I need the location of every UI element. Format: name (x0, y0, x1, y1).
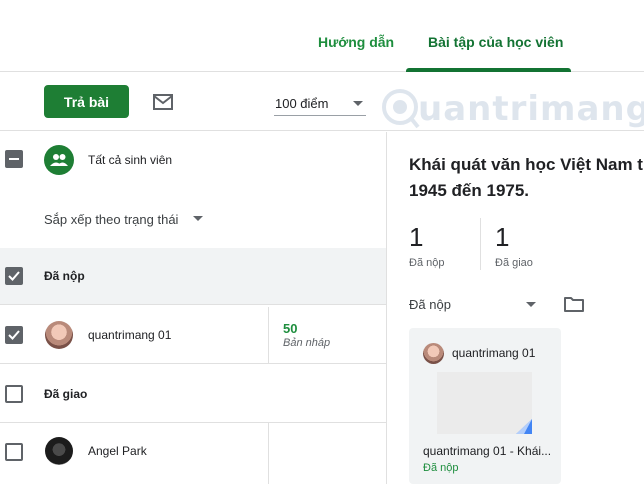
card-status: Đã nộp (423, 462, 459, 474)
student-checkbox[interactable] (5, 326, 23, 344)
submitted-section-label: Đã nộp (44, 269, 85, 283)
submitted-count-label: Đã nộp (409, 257, 445, 269)
folder-icon[interactable] (564, 296, 584, 312)
caret-down-icon[interactable] (526, 302, 536, 307)
caret-down-icon[interactable] (193, 216, 203, 221)
sort-dropdown[interactable]: Sắp xếp theo trạng thái (44, 212, 178, 227)
tab-student-work[interactable]: Bài tập của học viên (428, 34, 563, 50)
submitted-count: 1 (409, 222, 424, 252)
card-student-name: quantrimang 01 (452, 346, 536, 360)
grade-value[interactable]: 50 (283, 321, 297, 336)
assigned-count: 1 (495, 222, 510, 252)
group-icon (44, 145, 74, 175)
tab-guide[interactable]: Hướng dẫn (318, 34, 394, 50)
tab-bar: Hướng dẫn Bài tập của học viên (0, 0, 644, 72)
assigned-section-label: Đã giao (44, 387, 88, 401)
assigned-section-checkbox[interactable] (5, 385, 23, 403)
student-name[interactable]: quantrimang 01 (88, 328, 171, 342)
all-students-label[interactable]: Tất cả sinh viên (88, 153, 172, 167)
card-file-name[interactable]: quantrimang 01 - Khái... (423, 444, 551, 458)
stat-divider (480, 218, 481, 270)
assignment-title: Khái quát văn học Việt Nam t 1945 đến 19… (409, 152, 644, 204)
panel-divider (386, 132, 387, 484)
watermark-text: uantrimang (418, 89, 644, 129)
doc-fold-icon (516, 419, 532, 434)
assigned-count-label: Đã giao (495, 257, 533, 269)
caret-down-icon (353, 101, 363, 106)
mail-icon[interactable] (153, 94, 173, 110)
assignment-title-line: 1945 đến 1975. (409, 181, 530, 200)
watermark-logo-icon (382, 89, 420, 129)
grade-divider (268, 423, 269, 484)
watermark: uantrimang (380, 83, 644, 135)
select-all-checkbox[interactable] (5, 150, 23, 168)
active-tab-indicator (406, 68, 571, 72)
assignment-title-line: Khái quát văn học Việt Nam t (409, 155, 643, 174)
draft-label: Bản nháp (283, 337, 331, 349)
return-button[interactable]: Trả bài (44, 85, 129, 118)
avatar (45, 437, 73, 465)
points-select[interactable]: 100 điểm (274, 90, 366, 116)
points-value: 100 điểm (275, 96, 329, 111)
student-name[interactable]: Angel Park (88, 444, 147, 458)
grade-divider (268, 307, 269, 364)
status-filter-dropdown[interactable]: Đã nộp (409, 297, 451, 312)
submitted-section-checkbox[interactable] (5, 267, 23, 285)
avatar (423, 343, 444, 364)
student-checkbox[interactable] (5, 443, 23, 461)
avatar (45, 321, 73, 349)
